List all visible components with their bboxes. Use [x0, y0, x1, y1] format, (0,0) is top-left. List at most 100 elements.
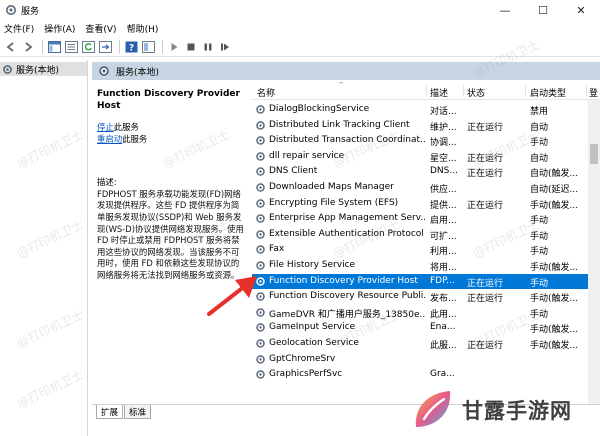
service-desc-cell: FDP... — [430, 275, 455, 286]
table-row[interactable]: Function Discovery Resource Publi... 发布..… — [252, 289, 598, 305]
service-gear-icon — [256, 339, 265, 348]
properties-icon[interactable] — [64, 40, 78, 54]
table-row[interactable]: Extensible Authentication Protocol 可扩... 手… — [252, 227, 598, 243]
table-row[interactable]: GraphicsPerfSvc Gra... — [252, 367, 588, 383]
table-row[interactable]: Function Discovery Provider Host FDP... 正在… — [252, 273, 598, 290]
scrollbar-thumb[interactable] — [590, 144, 598, 164]
service-name-cell: Function Discovery Provider Host — [269, 275, 418, 286]
table-row[interactable]: Fax利用...手动网 — [252, 242, 598, 258]
service-status-cell: 正在运行 — [467, 153, 504, 164]
vertical-scrollbar[interactable] — [588, 100, 600, 404]
stop-service-suffix: 此服务 — [113, 122, 139, 132]
restart-icon[interactable] — [218, 40, 232, 54]
stop-icon[interactable] — [184, 40, 198, 54]
column-header-status[interactable]: 状态 — [467, 86, 485, 99]
service-name-cell: Downloaded Maps Manager — [269, 182, 394, 192]
stop-service-link[interactable]: 停止 — [97, 122, 114, 132]
tab-extended[interactable]: 扩展 — [96, 405, 124, 419]
service-gear-icon — [256, 245, 265, 255]
service-name-cell: GptChromeSrv — [269, 353, 336, 364]
service-description-panel: Function Discovery Provider Host 停止此服务 重… — [92, 82, 250, 404]
restart-service-link[interactable]: 重启动 — [97, 134, 122, 144]
column-divider[interactable] — [463, 85, 464, 97]
service-gear-icon — [256, 183, 265, 192]
table-row[interactable]: Enterprise App Management Serv... 启用... 手动… — [252, 211, 598, 227]
service-gear-icon — [256, 370, 265, 379]
service-desc-cell: 将用... — [430, 263, 457, 273]
back-icon[interactable] — [4, 40, 18, 54]
service-gear-icon — [256, 230, 265, 239]
service-status-cell: 正在运行 — [467, 169, 504, 180]
column-header-description[interactable]: 描述 — [430, 86, 448, 99]
export-icon[interactable] — [98, 40, 112, 54]
service-status-cell: 正在运行 — [467, 278, 504, 289]
menu-help[interactable]: 帮助(H) — [127, 22, 159, 35]
table-row[interactable]: GameDVR 和广播用户服务_13850e...此用...手动本 — [252, 305, 598, 321]
service-desc-cell: 利用... — [430, 247, 457, 258]
service-gear-icon — [256, 354, 265, 364]
column-header-name[interactable]: 名称 — [257, 86, 275, 99]
menu-action[interactable]: 操作(A) — [44, 22, 75, 35]
menu-view[interactable]: 查看(V) — [85, 22, 116, 35]
column-divider[interactable] — [525, 85, 526, 97]
table-row[interactable]: Downloaded Maps Manager供应...自动(延迟...网 — [252, 180, 598, 196]
pause-icon[interactable] — [201, 40, 215, 54]
maximize-button[interactable]: ☐ — [524, 0, 562, 20]
table-row[interactable]: Distributed Link Tracking Client 维护... 正在运… — [252, 118, 598, 134]
table-row[interactable]: Distributed Transaction Coordinat... 协调..… — [252, 133, 598, 149]
view-icon[interactable] — [141, 40, 155, 54]
pane-header-label: 服务(本地) — [116, 67, 160, 78]
selected-service-name: Function Discovery Provider Host — [97, 89, 240, 111]
toolbar-divider — [119, 40, 120, 54]
table-row[interactable]: Encrypting File System (EFS) 提供... 正在运行 手动(… — [252, 196, 598, 212]
service-startup-cell: 自动 — [530, 122, 549, 133]
service-startup-cell: 手动(触发... — [530, 325, 579, 336]
brand-text: 甘露手游网 — [462, 399, 572, 423]
table-row[interactable]: GptChromeSrv — [252, 352, 588, 368]
column-header-logon[interactable]: 登 — [589, 86, 598, 99]
table-row[interactable]: GameInput ServiceEna...手动(触发...本 — [252, 320, 598, 336]
service-startup-cell: 自动 — [530, 153, 549, 164]
table-row[interactable]: DialogBlockingService对话...禁用本 — [252, 102, 598, 118]
console-tree-icon[interactable] — [47, 40, 61, 54]
service-desc-cell: 供应... — [430, 185, 457, 195]
table-row[interactable]: File History Service将用...手动(触发...本 — [252, 258, 598, 274]
service-gear-icon — [256, 323, 265, 333]
service-desc-cell: DNS... — [430, 166, 458, 177]
menu-file[interactable]: 文件(F) — [4, 22, 34, 35]
table-row[interactable]: dll repair service星空...正在运行自动本 — [252, 149, 598, 165]
table-row[interactable]: DNS ClientDNS...正在运行自动(触发...网 — [252, 164, 598, 180]
forward-icon[interactable] — [21, 40, 35, 54]
service-name-cell: File History Service — [269, 260, 356, 270]
start-icon[interactable] — [167, 40, 181, 54]
help-icon[interactable]: ? — [124, 40, 138, 54]
service-startup-cell: 手动 — [530, 278, 549, 289]
refresh-icon[interactable] — [81, 40, 95, 54]
service-gear-icon — [256, 152, 265, 161]
service-startup-cell: 手动 — [530, 138, 549, 149]
column-divider[interactable] — [586, 85, 587, 97]
service-desc-cell: 协调... — [430, 138, 457, 149]
column-divider[interactable] — [426, 85, 427, 97]
table-row[interactable]: Geolocation Service此服...正在运行手动(触发...本 — [252, 336, 598, 352]
service-startup-cell: 手动 — [530, 309, 549, 320]
toolbar: ? — [0, 38, 600, 57]
service-desc-cell: 发布... — [430, 294, 457, 305]
service-name-cell: Encrypting File System (EFS) — [269, 197, 399, 208]
service-startup-cell: 手动 — [530, 247, 549, 258]
description-text: FDPHOST 服务承载功能发现(FD)网络发现提供程序。这些 FD 提供程序为… — [97, 188, 244, 280]
toolbar-divider — [42, 40, 43, 54]
minimize-button[interactable]: — — [486, 0, 524, 20]
tree-item-services-local[interactable]: 服务(本地) — [0, 62, 87, 76]
console-tree: 服务(本地) — [0, 60, 88, 436]
service-status-cell: 正在运行 — [467, 122, 504, 133]
services-gear-icon — [99, 66, 109, 76]
column-header-startup-type[interactable]: 启动类型 — [530, 86, 566, 99]
tab-standard[interactable]: 标准 — [124, 405, 152, 419]
close-button[interactable]: ✕ — [562, 0, 600, 20]
service-name-cell: GraphicsPerfSvc — [269, 369, 343, 380]
service-startup-cell: 自动(触发... — [530, 169, 579, 180]
toolbar-divider — [162, 40, 163, 54]
service-gear-icon — [256, 136, 265, 145]
red-arrow-icon — [207, 276, 257, 316]
